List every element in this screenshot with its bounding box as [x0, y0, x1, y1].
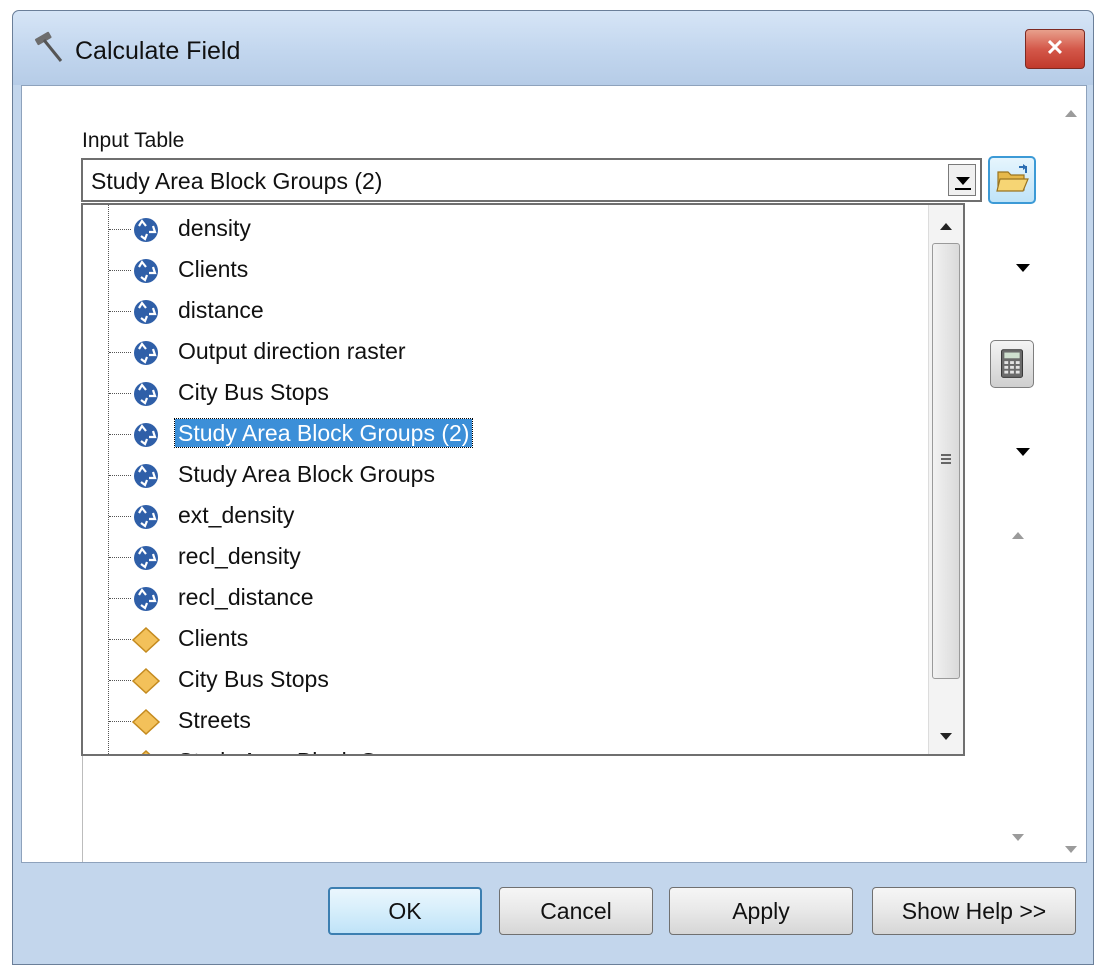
input-table-dropdown-list[interactable]: density Clients distance Output directio… — [81, 203, 965, 756]
list-item[interactable]: Study Area Block Groups — [109, 742, 929, 754]
list-item[interactable]: density — [109, 209, 929, 250]
scroll-down-icon[interactable] — [1012, 834, 1024, 841]
cancel-button[interactable]: Cancel — [499, 887, 653, 935]
expression-scrollbar[interactable] — [1001, 516, 1035, 854]
show-help-button[interactable]: Show Help >> — [872, 887, 1076, 935]
raster-dataset-icon — [134, 259, 158, 283]
raster-dataset-icon — [134, 382, 158, 406]
scroll-up-icon[interactable] — [1012, 532, 1024, 539]
list-item[interactable]: Clients — [109, 250, 929, 291]
dropdown-scrollbar[interactable] — [928, 205, 963, 754]
list-item[interactable]: distance — [109, 291, 929, 332]
calculate-field-dialog: Calculate Field ✕ Input Table Study Area… — [12, 10, 1094, 965]
type-combobox[interactable] — [962, 429, 1040, 475]
list-item[interactable]: recl_density — [109, 537, 929, 578]
feature-layer-icon — [131, 626, 161, 654]
list-item[interactable]: Output direction raster — [109, 332, 929, 373]
chevron-down-icon — [1016, 264, 1030, 272]
scroll-up-icon[interactable] — [940, 223, 952, 230]
raster-dataset-icon — [134, 546, 158, 570]
list-item[interactable]: Study Area Block Groups — [109, 455, 929, 496]
field-name-combobox[interactable] — [962, 246, 1040, 288]
scroll-down-icon[interactable] — [940, 733, 952, 740]
list-item-selected[interactable]: Study Area Block Groups (2) — [109, 414, 929, 455]
list-item[interactable]: City Bus Stops — [109, 373, 929, 414]
raster-dataset-icon — [134, 505, 158, 529]
list-item[interactable]: Streets — [109, 701, 929, 742]
title-bar[interactable]: Calculate Field ✕ — [13, 11, 1093, 85]
raster-dataset-icon — [134, 218, 158, 242]
list-item[interactable]: ext_density — [109, 496, 929, 537]
hammer-icon — [34, 31, 63, 62]
scroll-down-icon[interactable] — [1065, 846, 1077, 853]
raster-dataset-icon — [134, 587, 158, 611]
input-table-label: Input Table — [82, 129, 185, 152]
browse-button[interactable] — [988, 156, 1036, 204]
dialog-content: Input Table Study Area Block Groups (2) — [21, 85, 1087, 863]
list-item[interactable]: Clients — [109, 619, 929, 660]
calculator-icon — [1001, 349, 1023, 378]
chevron-down-icon — [956, 177, 970, 185]
list-item[interactable]: recl_distance — [109, 578, 929, 619]
close-button[interactable]: ✕ — [1025, 29, 1085, 69]
button-bar: OK Cancel Apply Show Help >> — [21, 863, 1087, 963]
raster-dataset-icon — [134, 341, 158, 365]
combobox-dropdown-button[interactable] — [948, 164, 976, 196]
chevron-down-icon — [1016, 448, 1030, 456]
field-calculator-button[interactable] — [990, 340, 1034, 388]
list-item[interactable]: City Bus Stops — [109, 660, 929, 701]
scroll-up-icon[interactable] — [1065, 110, 1077, 117]
feature-layer-icon — [131, 667, 161, 695]
feature-layer-icon — [141, 749, 151, 754]
ok-button[interactable]: OK — [328, 887, 482, 935]
dialog-scrollbar[interactable] — [1056, 86, 1086, 862]
apply-button[interactable]: Apply — [669, 887, 853, 935]
raster-dataset-icon — [134, 300, 158, 324]
scroll-thumb[interactable] — [932, 243, 960, 679]
open-folder-icon — [996, 164, 1029, 192]
feature-layer-icon — [131, 708, 161, 736]
raster-dataset-icon — [134, 464, 158, 488]
input-table-value: Study Area Block Groups (2) — [91, 168, 383, 194]
window-title: Calculate Field — [75, 37, 241, 65]
input-table-combobox[interactable]: Study Area Block Groups (2) — [81, 158, 982, 202]
raster-dataset-icon — [134, 423, 158, 447]
